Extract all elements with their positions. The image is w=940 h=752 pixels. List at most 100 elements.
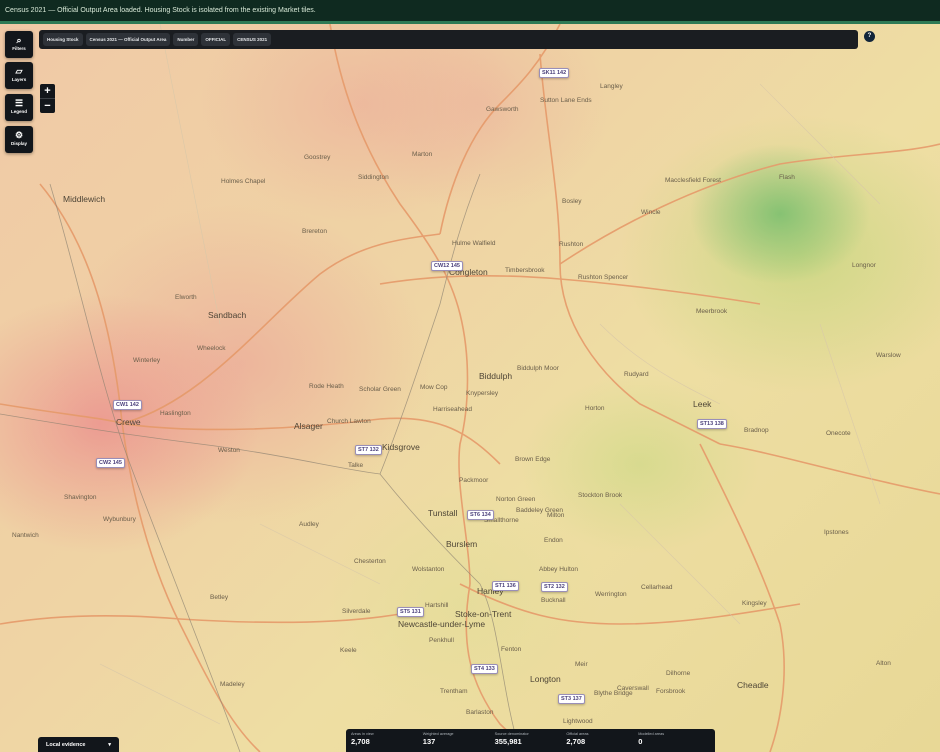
chip-status[interactable]: OFFICIAL (201, 33, 231, 46)
place-label: Caverswall (617, 685, 649, 692)
place-label: Abbey Hulton (539, 566, 579, 573)
place-label: Middlewich (63, 194, 106, 204)
place-label: Talke (348, 462, 364, 469)
place-label: Fenton (501, 646, 522, 653)
chip-geography[interactable]: Census 2021 — Official Output Area (85, 33, 171, 46)
map-marker[interactable]: ST5 131 (397, 607, 424, 617)
place-label: Keele (340, 647, 357, 654)
map-marker[interactable]: SK11 142 (539, 68, 570, 78)
place-label: Leek (693, 399, 712, 409)
place-label: Trentham (440, 688, 468, 695)
place-label: Timbersbrook (505, 267, 545, 274)
stat-value: 2,708 (566, 737, 586, 746)
map-marker[interactable]: ST4 133 (471, 664, 498, 674)
stat-value: 0 (638, 737, 643, 746)
place-label: Betley (210, 594, 229, 601)
place-label: Audley (299, 521, 319, 528)
stat-source-denominator: Source denominator 355,981 (495, 732, 567, 752)
place-label: Nantwich (12, 532, 39, 539)
place-label: Werrington (595, 591, 627, 598)
place-label: Knypersley (466, 390, 499, 397)
place-label: Stockton Brook (578, 492, 623, 499)
stat-weighted-average: Weighted average 137 (423, 732, 495, 752)
place-label: Elworth (175, 294, 197, 301)
place-label: Marton (412, 151, 433, 158)
stat-official-areas: Official areas 2,708 (566, 732, 638, 752)
place-label: Shavington (64, 494, 97, 501)
place-label: Wincle (641, 209, 661, 216)
place-label: Alsager (294, 421, 323, 431)
place-label: Holmes Chapel (221, 178, 266, 185)
layers-button[interactable]: ▱ Layers (5, 62, 33, 89)
place-label: Onecote (826, 430, 851, 437)
place-label: Rushton (559, 241, 584, 248)
help-icon[interactable]: ? (864, 31, 875, 42)
place-label: Madeley (220, 681, 245, 688)
place-label: Church Lawton (327, 418, 371, 425)
chip-measure[interactable]: Number (173, 33, 199, 46)
place-label: Meerbrook (696, 308, 728, 315)
chip-dataset[interactable]: Housing Stock (43, 33, 83, 46)
place-label: Sutton Lane Ends (540, 97, 592, 104)
stat-modelled-areas: Modelled areas 0 (638, 732, 710, 752)
stat-value: 2,708 (351, 737, 370, 746)
place-label: Newcastle-under-Lyme (398, 619, 486, 629)
summary-stats-panel: Areas in view 2,708 Weighted average 137… (346, 729, 715, 752)
stat-value: 355,981 (494, 737, 522, 746)
context-breadcrumb: Housing Stock Census 2021 — Official Out… (39, 30, 858, 49)
place-label: Winterley (133, 357, 161, 364)
place-label: Tunstall (428, 508, 458, 518)
place-label: Rushton Spencer (578, 274, 629, 281)
map-marker[interactable]: ST13 138 (697, 419, 727, 429)
place-label: Ipstones (824, 529, 849, 536)
map-marker[interactable]: ST3 137 (558, 694, 585, 704)
place-label: Bucknall (541, 597, 566, 604)
place-label: Bradnop (744, 427, 769, 434)
place-label: Hulme Walfield (452, 240, 496, 247)
place-label: Penkhull (429, 637, 454, 644)
zoom-out-button[interactable]: − (40, 99, 55, 113)
map-marker[interactable]: CW12 145 (431, 261, 463, 271)
place-label: Bosley (562, 198, 582, 205)
place-label: Burslem (446, 539, 478, 549)
place-label: Harriseahead (433, 406, 473, 413)
place-label: Biddulph Moor (517, 365, 559, 372)
place-label: Flash (779, 174, 795, 181)
place-label: Kingsley (742, 600, 767, 607)
stat-areas-in-view: Areas in view 2,708 (351, 732, 423, 752)
place-label: Hartshill (425, 602, 449, 609)
zoom-in-button[interactable]: + (40, 84, 55, 98)
status-banner: Census 2021 — Official Output Area loade… (0, 0, 940, 24)
place-label: Alton (876, 660, 891, 667)
chip-source[interactable]: CENSUS 2021 (233, 33, 272, 46)
display-button[interactable]: ⚙ Display (5, 126, 33, 153)
place-label: Crewe (116, 417, 141, 427)
list-icon: ☰ (14, 98, 24, 108)
place-label: Chesterton (354, 558, 386, 565)
place-label: Brereton (302, 228, 327, 235)
map-marker[interactable]: CW2 145 (96, 458, 125, 468)
place-label: Scholar Green (359, 386, 401, 393)
local-evidence-toggle[interactable]: Local evidence ▾ (38, 737, 119, 752)
place-label: Endon (544, 537, 563, 544)
place-label: Sandbach (208, 310, 247, 320)
place-label: Meir (575, 661, 588, 668)
place-label: Forsbrook (656, 688, 686, 695)
map-marker[interactable]: ST1 136 (492, 581, 519, 591)
map-canvas[interactable]: Middlewich Sandbach Crewe Alsager Kidsgr… (0, 24, 940, 752)
legend-button[interactable]: ☰ Legend (5, 94, 33, 121)
layers-label: Layers (11, 77, 27, 82)
map-marker[interactable]: CW1 142 (113, 400, 142, 410)
filters-button[interactable]: ⌕ Filters (5, 31, 33, 58)
place-label: Horton (585, 405, 605, 412)
place-label: Gawsworth (486, 106, 519, 113)
zoom-control: + − (40, 84, 55, 113)
place-label: Norton Green (496, 496, 536, 503)
place-label: Rudyard (624, 371, 649, 378)
filters-label: Filters (12, 46, 26, 51)
map-marker[interactable]: ST2 132 (541, 582, 568, 592)
map-marker[interactable]: ST6 134 (467, 510, 494, 520)
place-label: Stoke-on-Trent (455, 609, 512, 619)
map-marker[interactable]: ST7 132 (355, 445, 382, 455)
status-banner-text: Census 2021 — Official Output Area loade… (5, 7, 316, 14)
